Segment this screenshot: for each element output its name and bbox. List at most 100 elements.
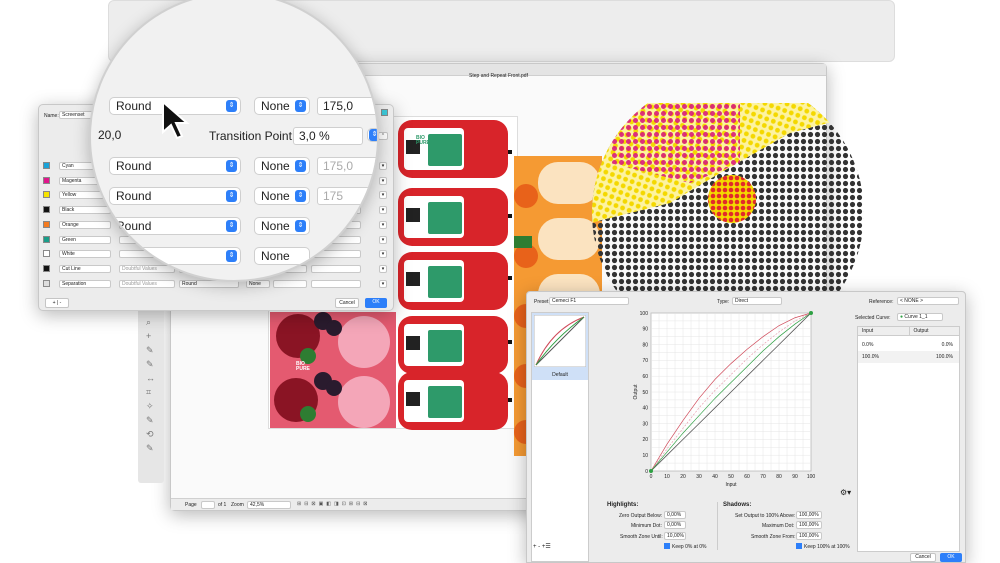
preset-field[interactable]: Cemeci F1 xyxy=(549,297,629,305)
settings-gear-icon[interactable]: ⚙▾ xyxy=(840,488,851,497)
table-row[interactable]: 0.0% 0.0% xyxy=(858,339,959,351)
selected-curve-select[interactable]: ● Curve 1_1 xyxy=(897,313,943,321)
ink-row-menu[interactable]: ▾ xyxy=(379,264,387,273)
keep-zero-label: Keep 0% at 0% xyxy=(672,544,707,550)
ink-row-menu[interactable]: ▾ xyxy=(379,206,387,215)
chevron-updown-icon: ⇕ xyxy=(369,129,377,141)
min-dot-label: Minimum Dot: xyxy=(631,523,662,529)
keep-zero-checkbox[interactable] xyxy=(664,543,670,549)
mag-dot-select-3[interactable]: None ⇕ xyxy=(254,157,310,175)
ink-row-menu[interactable]: ▾ xyxy=(379,162,387,170)
ink-swatch[interactable] xyxy=(43,250,50,258)
mag-dot-value-3: None xyxy=(261,159,290,173)
mouse-pointer-icon xyxy=(162,100,190,140)
chevron-updown-icon: ⇕ xyxy=(295,190,306,202)
zero-output-field[interactable]: 0,00% xyxy=(664,511,686,519)
set-output-label: Set Output to 100% Above: xyxy=(735,513,796,519)
tool-icons[interactable]: ⌕ + ✎ ✎ ↔ ⌗ ✧ ✎ ⟲ ✎ xyxy=(138,305,164,455)
ink-name-field[interactable]: Black xyxy=(59,206,111,215)
x-tick-label: 100 xyxy=(807,474,816,480)
collapse-button[interactable]: ⌃ xyxy=(378,132,388,140)
ink-name-field[interactable]: Cut Line xyxy=(59,264,111,273)
smooth-from-label: Smooth Zone From: xyxy=(751,534,796,540)
ink-swatch[interactable] xyxy=(43,191,50,199)
ink-row-menu[interactable]: ▾ xyxy=(379,235,387,244)
ink-doubtful-field[interactable]: Doubtful Values xyxy=(119,264,175,273)
mag-dot-value-1: None xyxy=(261,99,290,113)
ink-swatch[interactable] xyxy=(43,235,50,243)
add-remove-buttons[interactable]: + | - xyxy=(45,298,69,308)
mag-dot-select-5[interactable]: None ⇕ xyxy=(254,217,310,235)
page-field[interactable] xyxy=(201,501,215,509)
mag-dot-value-4: None xyxy=(261,189,290,203)
preset-thumb-curve xyxy=(533,314,587,368)
y-axis-label: Output xyxy=(633,384,639,400)
mag-value-field-1[interactable]: 175,0 xyxy=(317,97,377,115)
ink-name-field[interactable]: Green xyxy=(59,235,111,244)
type-select[interactable]: Direct xyxy=(732,297,782,305)
transition-unit-select[interactable]: ⇕ xyxy=(367,128,377,142)
curve-chart[interactable]: 00 10 10 20 20 30 30 40 40 50 50 60 60 70 70 80 80 90 90 10… xyxy=(633,307,823,487)
mag-shape-select-4[interactable]: Round ⇕ xyxy=(109,187,241,205)
y-tick-label: 20 xyxy=(642,437,648,443)
mag-dot-select-1[interactable]: None ⇕ xyxy=(254,97,310,115)
ink-row-menu[interactable]: ▾ xyxy=(379,220,387,229)
table-row[interactable]: 100.0% 100.0% xyxy=(858,351,959,363)
color-swatch-button[interactable] xyxy=(381,109,388,116)
selected-curve-label: Selected Curve: xyxy=(855,315,891,321)
ink-swatch[interactable] xyxy=(43,279,50,287)
ink-row-menu[interactable]: ▾ xyxy=(379,176,387,185)
ink-name-field[interactable]: Orange xyxy=(59,220,111,229)
ink-value-field[interactable] xyxy=(273,279,307,288)
smooth-from-field[interactable]: 100,00% xyxy=(796,532,822,540)
list-tool-buttons[interactable]: + - +☰ xyxy=(533,543,551,550)
mag-shape-select-6[interactable]: ⇕ xyxy=(109,247,241,265)
set-output-field[interactable]: 100,00% xyxy=(796,511,822,519)
mag-shape-select-5[interactable]: Round ⇕ xyxy=(109,217,241,235)
ink-name-field[interactable]: White xyxy=(59,250,111,259)
ink-row-menu[interactable]: ▾ xyxy=(379,279,387,288)
ink-swatch[interactable] xyxy=(43,264,50,272)
transition-point-field[interactable]: 3,0 % xyxy=(293,127,363,145)
y-tick-label: 0 xyxy=(645,469,648,475)
zoom-select[interactable]: 42,5% xyxy=(247,501,291,509)
ink-row-menu[interactable]: ▾ xyxy=(379,191,387,200)
document-title: Step and Repeat Front.pdf xyxy=(469,73,528,79)
smooth-until-field[interactable]: 10,00% xyxy=(664,532,686,540)
keep-hundred-checkbox[interactable] xyxy=(796,543,802,549)
ink-swatch[interactable] xyxy=(43,206,50,214)
x-tick-label: 10 xyxy=(664,474,670,480)
ink-swatch[interactable] xyxy=(43,176,50,184)
max-dot-field[interactable]: 100,00% xyxy=(796,521,822,529)
view-tool-icons[interactable]: ⊞⊟⊠▣◧◨⊡⊞⊟⊠ xyxy=(297,501,371,507)
mag-value-field-3[interactable]: 175,0 xyxy=(317,157,377,175)
ink-doubtful-field[interactable]: Doubtful Values xyxy=(119,279,175,288)
cancel-button[interactable]: Cancel xyxy=(335,298,359,308)
preset-thumb[interactable]: Default xyxy=(532,313,588,380)
min-dot-field[interactable]: 0,00% xyxy=(664,521,686,529)
chevron-updown-icon: ⇕ xyxy=(226,220,237,232)
ink-angle-field[interactable] xyxy=(311,264,361,273)
points-table: Input Output 0.0% 0.0% 100.0% 100.0% xyxy=(857,326,960,552)
ink-name-field[interactable]: Separation xyxy=(59,279,111,288)
section-divider xyxy=(717,502,718,550)
highlights-title: Highlights: xyxy=(607,502,639,508)
reference-select[interactable]: < NONE > xyxy=(897,297,959,305)
y-tick-label: 70 xyxy=(642,358,648,364)
ink-swatch[interactable] xyxy=(43,220,50,228)
shadows-title: Shadows: xyxy=(723,502,752,508)
mag-dot-select-6[interactable]: None xyxy=(254,247,310,265)
curve-ok-button[interactable]: OK xyxy=(940,553,962,562)
ink-row-menu[interactable]: ▾ xyxy=(379,250,387,259)
preset-label: Preset: xyxy=(534,299,550,305)
curve-cancel-button[interactable]: Cancel xyxy=(910,553,936,562)
mag-shape-select-3[interactable]: Round ⇕ xyxy=(109,157,241,175)
ok-button[interactable]: OK xyxy=(365,298,387,308)
y-tick-label: 40 xyxy=(642,406,648,412)
mag-value-field-4[interactable]: 175 xyxy=(317,187,377,205)
mag-dot-select-4[interactable]: None ⇕ xyxy=(254,187,310,205)
ink-swatch[interactable] xyxy=(43,162,50,169)
x-tick-label: 90 xyxy=(792,474,798,480)
ink-angle-field[interactable] xyxy=(311,279,361,288)
x-axis-label: Input xyxy=(725,482,737,487)
